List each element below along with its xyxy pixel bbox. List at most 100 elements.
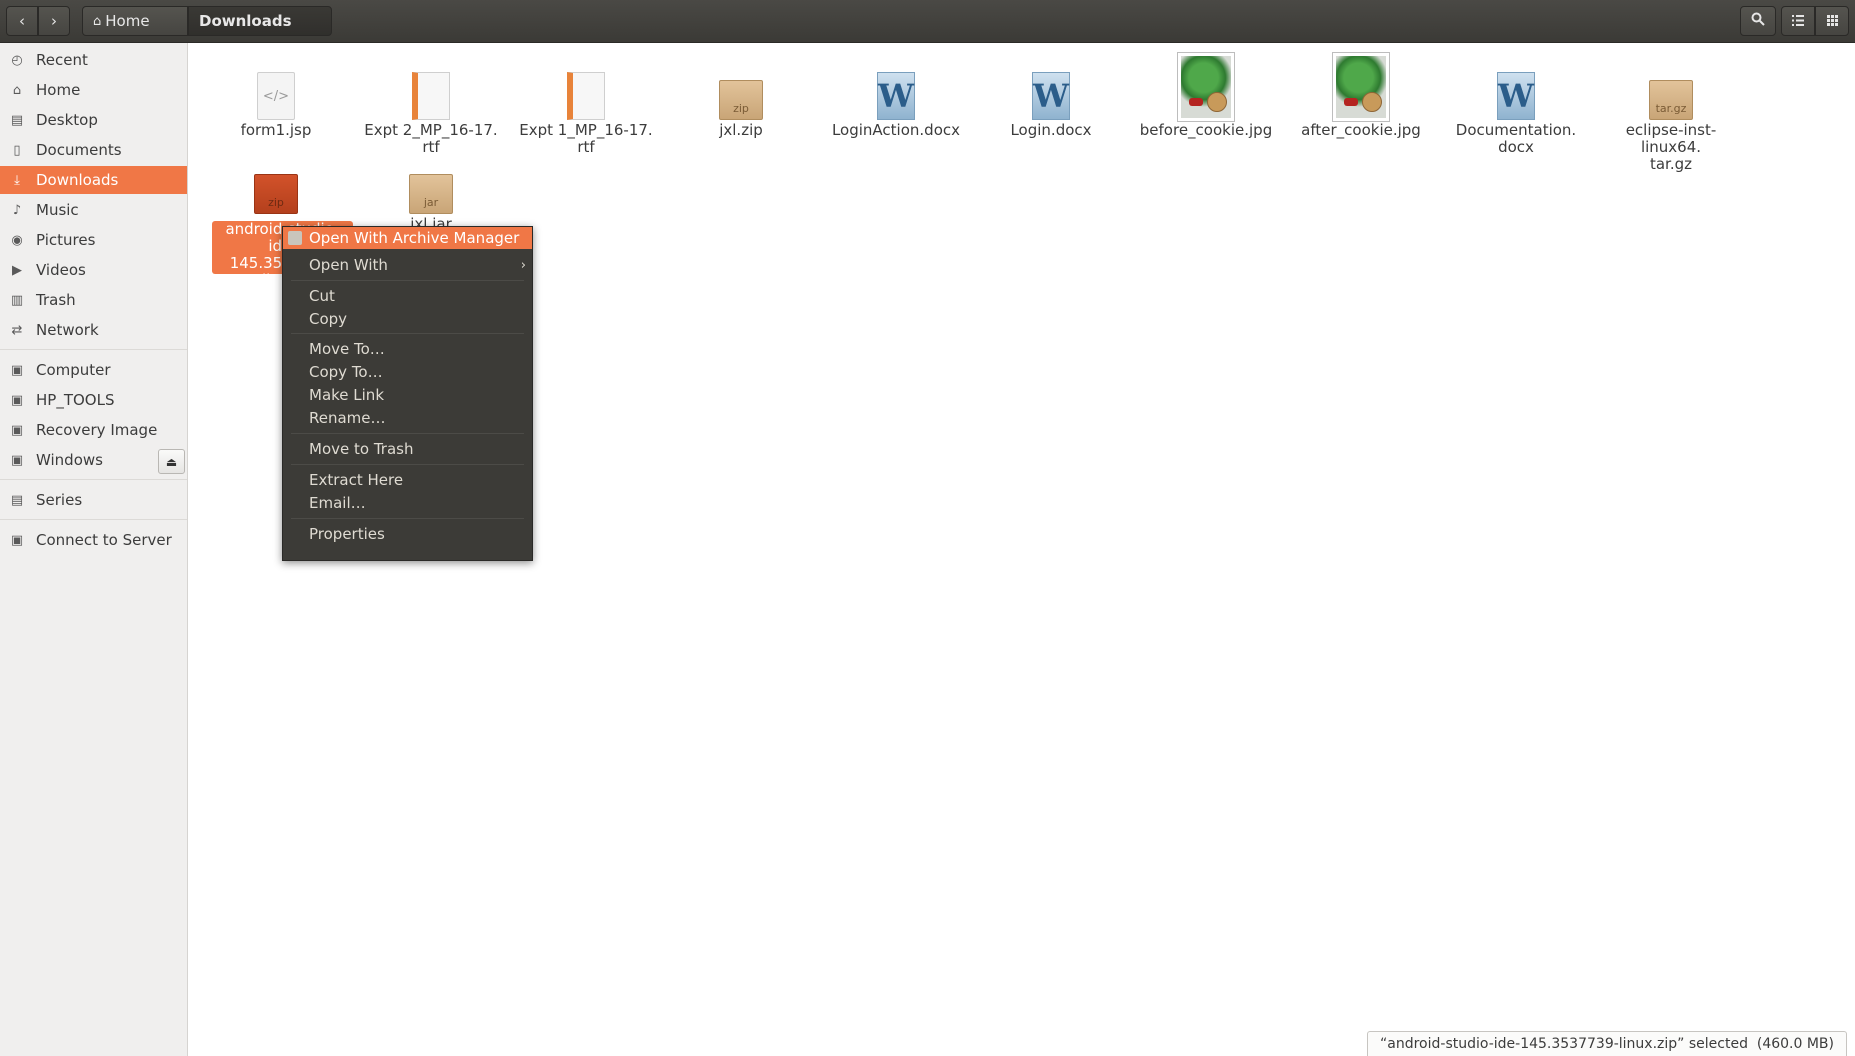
sidebar-separator — [0, 519, 187, 520]
file-item[interactable]: W Login.docx — [976, 72, 1126, 139]
word-document-icon: W — [877, 72, 915, 120]
file-item[interactable]: Expt 2_MP_16-17. rtf — [356, 72, 506, 156]
sidebar-item-hp-tools[interactable]: ▣ HP_TOOLS — [0, 386, 187, 414]
server-icon: ▣ — [10, 532, 24, 548]
sidebar-item-computer[interactable]: ▣ Computer — [0, 356, 187, 384]
file-name: eclipse-inst-linux64. — [1625, 121, 1717, 156]
breadcrumb-home[interactable]: ⌂ Home — [82, 6, 188, 36]
menu-item-move-to-trash[interactable]: Move to Trash — [283, 438, 532, 460]
sidebar-item-network[interactable]: ⇄ Network — [0, 316, 187, 344]
menu-item-copy-to[interactable]: Copy To… — [283, 361, 532, 383]
sidebar-item-recovery-image[interactable]: ▣ Recovery Image — [0, 416, 187, 444]
drive-icon: ▣ — [10, 452, 24, 468]
file-item[interactable]: tar.gz eclipse-inst-linux64. tar.gz — [1596, 72, 1746, 173]
sidebar-separator — [0, 349, 187, 350]
menu-item-copy[interactable]: Copy — [283, 308, 532, 330]
forward-button[interactable]: › — [38, 6, 70, 36]
home-icon: ⌂ — [93, 13, 102, 29]
sidebar-item-label: Recent — [36, 51, 88, 69]
breadcrumb-downloads[interactable]: Downloads — [188, 6, 332, 36]
home-icon: ⌂ — [12, 82, 22, 98]
chevron-left-icon: ‹ — [19, 12, 25, 30]
chevron-right-icon: › — [520, 257, 526, 273]
image-thumbnail — [1332, 52, 1390, 122]
sidebar-item-downloads[interactable]: ⤓ Downloads — [0, 166, 187, 194]
menu-item-open-with-archive-manager[interactable]: Open With Archive Manager — [283, 227, 532, 249]
folder-icon: ▤ — [10, 492, 24, 508]
menu-separator — [291, 433, 524, 434]
sidebar-item-home[interactable]: ⌂ Home — [0, 76, 187, 104]
music-icon: ♪ — [12, 202, 22, 218]
sidebar-item-connect-to-server[interactable]: ▣ Connect to Server — [0, 526, 187, 554]
eject-button[interactable]: ⏏ — [158, 449, 185, 474]
menu-item-email[interactable]: Email… — [283, 492, 532, 514]
sidebar-separator — [0, 479, 187, 480]
file-item[interactable]: zip jxl.zip — [666, 72, 816, 139]
word-document-icon: W — [1032, 72, 1070, 120]
archive-badge: zip — [268, 196, 284, 209]
menu-item-extract-here[interactable]: Extract Here — [283, 469, 532, 491]
menu-item-label: Move to Trash — [309, 440, 414, 458]
menu-separator — [291, 464, 524, 465]
menu-item-label: Make Link — [309, 386, 384, 404]
trash-icon: ▥ — [10, 292, 24, 308]
menu-item-label: Extract Here — [309, 471, 404, 489]
drive-icon: ▣ — [10, 422, 24, 438]
sidebar-item-trash[interactable]: ▥ Trash — [0, 286, 187, 314]
file-item[interactable]: W Documentation. docx — [1441, 72, 1591, 156]
sidebar-item-desktop[interactable]: ▤ Desktop — [0, 106, 187, 134]
download-icon: ⤓ — [14, 172, 20, 188]
status-bar: “android-studio-ide-145.3537739-linux.zi… — [1367, 1031, 1847, 1056]
sidebar-item-series[interactable]: ▤ Series — [0, 486, 187, 514]
sidebar-item-label: Downloads — [36, 171, 119, 189]
search-button[interactable] — [1740, 6, 1776, 36]
sidebar-item-label: Music — [36, 201, 79, 219]
file-name-line2: rtf — [422, 138, 440, 156]
back-button[interactable]: ‹ — [6, 6, 38, 36]
menu-item-label: Copy To… — [309, 363, 383, 381]
sidebar-item-label: Home — [36, 81, 81, 99]
menu-item-properties[interactable]: Properties — [283, 523, 532, 545]
menu-separator — [291, 280, 524, 281]
file-item[interactable]: before_cookie.jpg — [1131, 52, 1281, 139]
sidebar-item-pictures[interactable]: ◉ Pictures — [0, 226, 187, 254]
file-item[interactable]: W LoginAction.docx — [821, 72, 971, 139]
archive-manager-icon — [288, 231, 302, 245]
sidebar-item-label: Videos — [36, 261, 86, 279]
sidebar-item-label: Computer — [36, 361, 111, 379]
archive-icon: zip — [254, 174, 298, 214]
file-item[interactable]: </> form1.jsp — [201, 72, 351, 139]
chevron-right-icon: › — [51, 12, 57, 30]
menu-item-cut[interactable]: Cut — [283, 285, 532, 307]
sidebar-item-label: Windows — [36, 451, 103, 469]
list-view-button[interactable] — [1781, 6, 1815, 36]
menu-item-label: Cut — [309, 287, 335, 305]
file-name: form1.jsp — [240, 121, 312, 139]
image-thumbnail — [1177, 52, 1235, 122]
sidebar-item-recent[interactable]: ◴ Recent — [0, 46, 187, 74]
file-name-line2: rtf — [577, 138, 595, 156]
sidebar-item-documents[interactable]: ▯ Documents — [0, 136, 187, 164]
folder-icon: ▤ — [10, 112, 24, 128]
menu-item-move-to[interactable]: Move To… — [283, 338, 532, 360]
text-document-icon — [412, 72, 450, 120]
file-item[interactable]: Expt 1_MP_16-17. rtf — [511, 72, 661, 156]
file-name: before_cookie.jpg — [1139, 121, 1273, 139]
menu-item-rename[interactable]: Rename… — [283, 407, 532, 429]
search-icon — [1751, 12, 1765, 30]
grid-view-button[interactable] — [1815, 6, 1849, 36]
file-item-selected[interactable]: zip — [201, 174, 351, 214]
sidebar-item-label: Series — [36, 491, 83, 509]
sidebar-item-label: Desktop — [36, 111, 98, 129]
sidebar-item-music[interactable]: ♪ Music — [0, 196, 187, 224]
list-view-icon — [1792, 12, 1804, 30]
breadcrumb-home-label: Home — [105, 12, 150, 30]
sidebar-item-label: Connect to Server — [36, 531, 172, 549]
file-name: Expt 1_MP_16-17. — [519, 121, 653, 139]
menu-item-make-link[interactable]: Make Link — [283, 384, 532, 406]
menu-item-open-with[interactable]: Open With › — [283, 254, 532, 276]
file-item[interactable]: after_cookie.jpg — [1286, 52, 1436, 139]
file-item[interactable]: jar jxl.jar — [356, 174, 506, 233]
sidebar-item-videos[interactable]: ▶ Videos — [0, 256, 187, 284]
file-name: jxl.zip — [719, 121, 763, 139]
